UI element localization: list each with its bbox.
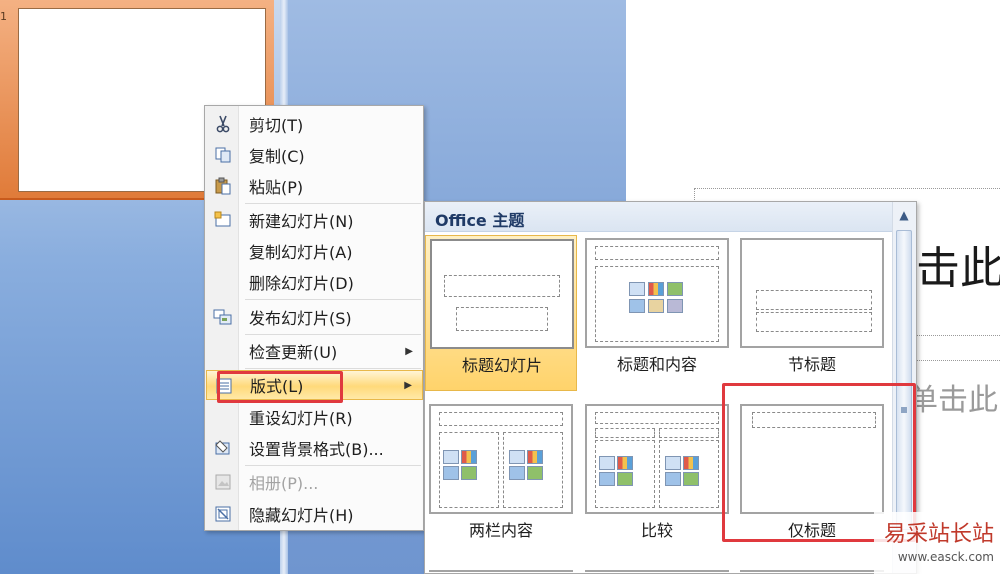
context-menu: 剪切(T) 复制(C) 粘贴(P) 新建幻灯片(N) 复制幻灯片(A) 删除幻灯… bbox=[204, 105, 424, 531]
subtitle-placeholder-text: 单击此 bbox=[908, 383, 998, 418]
chart-icon bbox=[527, 450, 543, 464]
content-icons bbox=[599, 456, 633, 486]
media-icon bbox=[667, 299, 683, 313]
menu-item-duplicate-slide[interactable]: 复制幻灯片(A) bbox=[206, 236, 423, 266]
chart-icon bbox=[648, 282, 664, 296]
menu-item-paste[interactable]: 粘贴(P) bbox=[206, 171, 423, 201]
content-icons bbox=[665, 456, 699, 486]
table-icon bbox=[509, 450, 525, 464]
smartart-icon bbox=[683, 472, 699, 486]
layout-title-slide[interactable]: 标题幻灯片 bbox=[425, 235, 577, 391]
watermark: 易采站长站 www.easck.com bbox=[874, 512, 1000, 574]
menu-item-new-slide[interactable]: 新建幻灯片(N) bbox=[206, 205, 423, 235]
smartart-icon bbox=[461, 466, 477, 480]
chart-icon bbox=[617, 456, 633, 470]
placeholder-subtitle bbox=[456, 307, 548, 331]
menu-separator bbox=[245, 368, 421, 369]
title-placeholder-text: 击此 bbox=[916, 243, 1000, 294]
picture-icon bbox=[443, 466, 459, 480]
placeholder-title bbox=[595, 412, 719, 424]
submenu-arrow-icon: ▶ bbox=[405, 345, 413, 357]
copy-icon bbox=[212, 145, 234, 165]
submenu-arrow-icon: ▶ bbox=[404, 379, 412, 391]
smartart-icon bbox=[527, 466, 543, 480]
layout-thumbnail-partial bbox=[429, 570, 573, 574]
menu-item-photo-album[interactable]: 相册(P)... bbox=[206, 467, 423, 497]
picture-icon bbox=[629, 299, 645, 313]
content-icons bbox=[629, 282, 683, 313]
gallery-header: Office 主题 bbox=[425, 202, 892, 232]
table-icon bbox=[665, 456, 681, 470]
layout-thumbnail-partial bbox=[585, 570, 729, 574]
content-icons bbox=[443, 450, 477, 480]
smartart-icon bbox=[667, 282, 683, 296]
clipart-icon bbox=[648, 299, 664, 313]
table-icon bbox=[599, 456, 615, 470]
publish-slides-icon bbox=[212, 307, 234, 327]
layout-thumbnail bbox=[585, 238, 729, 348]
menu-separator bbox=[245, 465, 421, 466]
menu-item-format-background[interactable]: 设置背景格式(B)... bbox=[206, 433, 423, 463]
layout-label: 标题和内容 bbox=[616, 355, 697, 374]
annotation-highlight-layout bbox=[217, 371, 343, 403]
scroll-up-icon[interactable]: ▲ bbox=[895, 205, 913, 225]
layout-label: 两栏内容 bbox=[468, 521, 533, 540]
new-slide-icon bbox=[212, 210, 234, 230]
menu-separator bbox=[245, 334, 421, 335]
menu-item-cut[interactable]: 剪切(T) bbox=[206, 109, 423, 139]
layout-thumbnail-partial bbox=[740, 570, 884, 574]
picture-icon bbox=[599, 472, 615, 486]
content-icons bbox=[509, 450, 543, 480]
paste-icon bbox=[212, 176, 234, 196]
menu-item-delete-slide[interactable]: 删除幻灯片(D) bbox=[206, 267, 423, 297]
table-icon bbox=[629, 282, 645, 296]
placeholder-text bbox=[756, 312, 872, 332]
layout-section-header[interactable]: 节标题 bbox=[736, 235, 888, 391]
menu-item-copy[interactable]: 复制(C) bbox=[206, 140, 423, 170]
layout-comparison[interactable]: 比较 bbox=[581, 401, 733, 557]
hide-slide-icon bbox=[212, 504, 234, 524]
layout-label: 比较 bbox=[640, 521, 673, 540]
layout-two-content[interactable]: 两栏内容 bbox=[425, 401, 577, 557]
photo-album-icon bbox=[212, 472, 234, 492]
picture-icon bbox=[509, 466, 525, 480]
layout-thumbnail bbox=[740, 238, 884, 348]
placeholder-title bbox=[444, 275, 560, 297]
placeholder-heading-left bbox=[595, 428, 655, 438]
layout-thumbnail bbox=[430, 239, 574, 349]
layout-thumbnail bbox=[585, 404, 729, 514]
placeholder-title bbox=[595, 246, 719, 260]
slide-number: 1 bbox=[0, 10, 7, 23]
placeholder-title bbox=[756, 290, 872, 310]
menu-item-hide-slide[interactable]: 隐藏幻灯片(H) bbox=[206, 499, 423, 529]
layout-label: 节标题 bbox=[787, 355, 836, 374]
menu-item-check-updates[interactable]: 检查更新(U) ▶ bbox=[206, 336, 423, 366]
menu-separator bbox=[245, 203, 421, 204]
layout-label: 标题幻灯片 bbox=[461, 356, 542, 375]
chart-icon bbox=[683, 456, 699, 470]
picture-icon bbox=[665, 472, 681, 486]
placeholder-title bbox=[439, 412, 563, 426]
table-icon bbox=[443, 450, 459, 464]
scissors-icon bbox=[212, 114, 234, 134]
menu-separator bbox=[245, 299, 421, 300]
menu-item-publish-slides[interactable]: 发布幻灯片(S) bbox=[206, 302, 423, 332]
layout-title-and-content[interactable]: 标题和内容 bbox=[581, 235, 733, 391]
layout-thumbnail bbox=[429, 404, 573, 514]
placeholder-heading-right bbox=[659, 428, 719, 438]
chart-icon bbox=[461, 450, 477, 464]
menu-item-reset-slide[interactable]: 重设幻灯片(R) bbox=[206, 402, 423, 432]
smartart-icon bbox=[617, 472, 633, 486]
format-background-icon bbox=[212, 438, 234, 458]
